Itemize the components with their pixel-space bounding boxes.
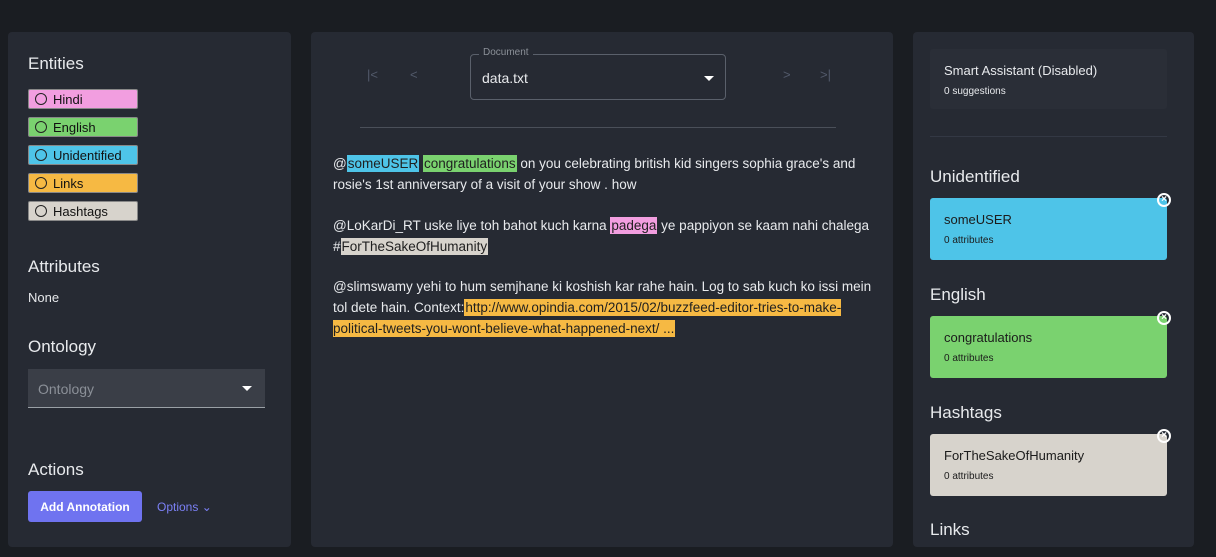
entity-links[interactable]: Links xyxy=(28,173,138,193)
document-value: data.txt xyxy=(482,70,528,86)
ontology-select[interactable]: Ontology xyxy=(28,369,265,408)
entity-hashtags[interactable]: Hashtags xyxy=(28,201,138,221)
close-icon[interactable]: × xyxy=(1157,429,1171,443)
prev-page-button[interactable]: < xyxy=(410,67,418,82)
entity-hindi[interactable]: Hindi xyxy=(28,89,138,109)
entity-english[interactable]: English xyxy=(28,117,138,137)
text-paragraph-2: @LoKarDi_RT uske liye toh bahot kuch kar… xyxy=(333,215,873,257)
entities-title: Entities xyxy=(28,54,84,73)
annotation-unidentified[interactable]: someUSER xyxy=(346,155,420,172)
entity-label: Unidentified xyxy=(53,147,122,163)
first-page-button[interactable]: |< xyxy=(367,67,378,82)
text-span: @LoKarDi_RT uske liye toh bahot kuch kar… xyxy=(333,218,611,233)
group-heading-unidentified: Unidentified xyxy=(930,167,1020,186)
annotation-card-hashtags[interactable]: ForTheSakeOfHumanity 0 attributes xyxy=(930,434,1167,496)
text-paragraph-1: @someUSER congratulations on you celebra… xyxy=(333,153,873,195)
options-button[interactable]: Options ⌄ xyxy=(157,500,212,514)
circle-icon xyxy=(35,205,47,217)
ontology-title: Ontology xyxy=(28,337,97,356)
divider xyxy=(360,127,836,128)
divider xyxy=(930,136,1167,137)
caret-down-icon xyxy=(242,386,252,391)
smart-assistant-title: Smart Assistant (Disabled) xyxy=(944,63,1098,78)
close-icon[interactable]: × xyxy=(1157,193,1171,207)
card-attributes: 0 attributes xyxy=(944,235,994,246)
circle-icon xyxy=(35,149,47,161)
document-label: Document xyxy=(479,47,533,58)
entity-unidentified[interactable]: Unidentified xyxy=(28,145,138,165)
annotation-english[interactable]: congratulations xyxy=(423,155,517,172)
smart-assistant-card[interactable]: Smart Assistant (Disabled) 0 suggestions xyxy=(930,49,1167,109)
annotation-hashtag[interactable]: ForTheSakeOfHumanity xyxy=(340,238,489,255)
annotation-card-english[interactable]: congratulations 0 attributes xyxy=(930,316,1167,378)
actions-title: Actions xyxy=(28,460,84,479)
circle-icon xyxy=(35,121,47,133)
card-title: ForTheSakeOfHumanity xyxy=(944,448,1085,463)
card-attributes: 0 attributes xyxy=(944,353,994,364)
entity-label: Links xyxy=(53,175,84,191)
group-heading-english: English xyxy=(930,285,986,304)
entity-label: English xyxy=(53,119,96,135)
text-span: @ xyxy=(333,156,347,171)
attributes-value: None xyxy=(28,290,60,305)
smart-assistant-sub: 0 suggestions xyxy=(944,86,1006,97)
add-annotation-button[interactable]: Add Annotation xyxy=(28,491,142,522)
annotation-card-unidentified[interactable]: someUSER 0 attributes xyxy=(930,198,1167,260)
circle-icon xyxy=(35,93,47,105)
next-page-button[interactable]: > xyxy=(783,67,791,82)
entity-label: Hindi xyxy=(53,91,83,107)
right-panel: Smart Assistant (Disabled) 0 suggestions… xyxy=(913,32,1194,547)
card-attributes: 0 attributes xyxy=(944,471,994,482)
entity-label: Hashtags xyxy=(53,203,108,219)
card-title: someUSER xyxy=(944,212,1012,227)
document-panel: |< < Document data.txt > >| @someUSER co… xyxy=(311,32,893,547)
attributes-title: Attributes xyxy=(28,257,100,276)
caret-down-icon xyxy=(704,76,714,81)
ontology-placeholder: Ontology xyxy=(38,381,95,397)
circle-icon xyxy=(35,177,47,189)
annotation-hindi[interactable]: padega xyxy=(610,217,658,234)
group-heading-hashtags: Hashtags xyxy=(930,403,1002,422)
card-title: congratulations xyxy=(944,330,1033,345)
close-icon[interactable]: × xyxy=(1157,311,1171,325)
text-paragraph-3: @slimswamy yehi to hum semjhane ki koshi… xyxy=(333,276,873,339)
left-panel: Entities Hindi English Unidentified Link… xyxy=(8,32,291,547)
last-page-button[interactable]: >| xyxy=(820,67,831,82)
group-heading-links: Links xyxy=(930,520,970,539)
